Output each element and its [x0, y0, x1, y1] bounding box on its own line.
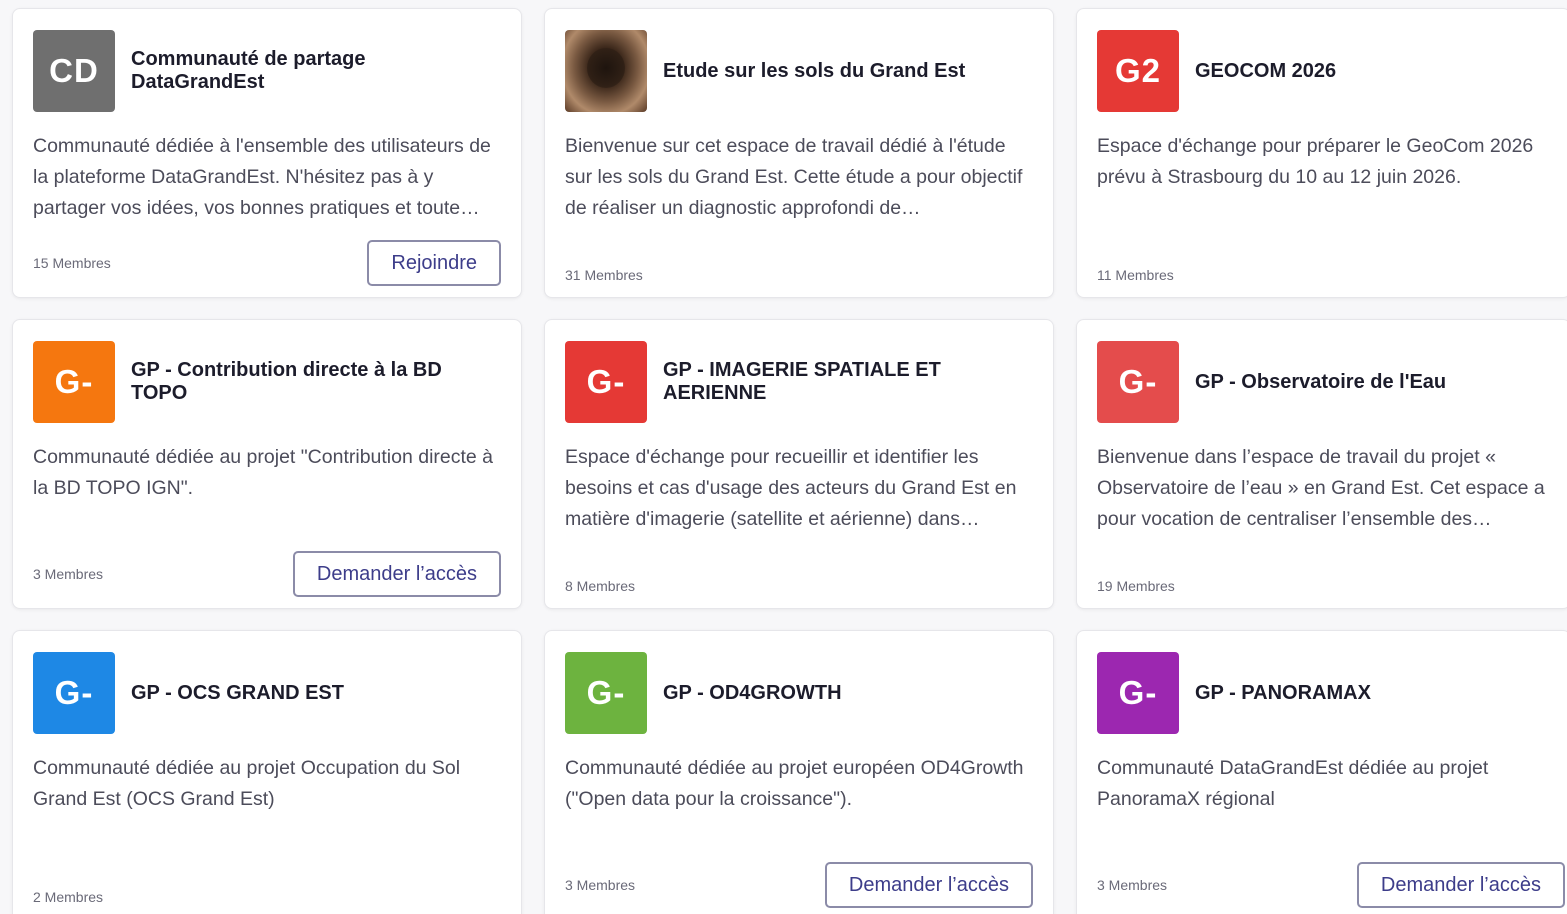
soil-in-hands-image [565, 30, 647, 112]
community-title[interactable]: GEOCOM 2026 [1195, 60, 1336, 83]
request-access-button[interactable]: Demander l’accès [1356, 862, 1565, 908]
community-card[interactable]: G- GP - OCS GRAND EST Communauté dédiée … [12, 630, 522, 914]
community-description: Communauté dédiée au projet "Contributio… [33, 446, 494, 499]
members-count: 31 Membres [565, 267, 643, 283]
community-title[interactable]: Etude sur les sols du Grand Est [663, 60, 965, 83]
community-avatar: G2 [1097, 30, 1179, 112]
members-count: 2 Membres [33, 889, 104, 905]
community-title[interactable]: GP - OCS GRAND EST [131, 682, 344, 705]
community-avatar: G- [33, 652, 115, 734]
community-description: Communauté dédiée à l'ensemble des utili… [33, 135, 491, 219]
request-access-button[interactable]: Demander l’accès [292, 551, 501, 597]
card-header: CD Communauté de partage DataGrandEst [33, 29, 501, 113]
community-card[interactable]: G- GP - OD4GROWTH Communauté dédiée au p… [544, 630, 1054, 914]
members-count: 15 Membres [33, 255, 111, 271]
community-avatar: G- [1097, 652, 1179, 734]
members-count: 3 Membres [1097, 877, 1168, 893]
community-card[interactable]: G2 GEOCOM 2026 Espace d'échange pour pré… [1076, 8, 1567, 298]
community-card[interactable]: G- GP - Contribution directe à la BD TOP… [12, 319, 522, 609]
members-count: 3 Membres [33, 566, 104, 582]
members-count: 11 Membres [1097, 267, 1174, 283]
card-header: G- GP - OD4GROWTH [565, 651, 1033, 735]
community-description: Bienvenue sur cet espace de travail dédi… [565, 135, 1023, 219]
community-card[interactable]: G- GP - Observatoire de l'Eau Bienvenue … [1076, 319, 1567, 609]
card-header: G- GP - IMAGERIE SPATIALE ET AERIENNE [565, 340, 1033, 424]
community-avatar: CD [33, 30, 115, 112]
community-avatar: G- [1097, 341, 1179, 423]
community-title[interactable]: GP - IMAGERIE SPATIALE ET AERIENNE [663, 359, 1033, 405]
card-header: G- GP - Contribution directe à la BD TOP… [33, 340, 501, 424]
community-card[interactable]: G- GP - PANORAMAX Communauté DataGrandEs… [1076, 630, 1567, 914]
community-avatar: G- [33, 341, 115, 423]
community-title[interactable]: GP - Observatoire de l'Eau [1195, 371, 1446, 394]
community-card[interactable]: CD Communauté de partage DataGrandEst Co… [12, 8, 522, 298]
card-header: G- GP - OCS GRAND EST [33, 651, 501, 735]
community-card[interactable]: Etude sur les sols du Grand Est Bienvenu… [544, 8, 1054, 298]
community-avatar: G- [565, 341, 647, 423]
community-description: Bienvenue dans l’espace de travail du pr… [1097, 446, 1545, 530]
members-count: 19 Membres [1097, 578, 1175, 594]
community-description: Communauté DataGrandEst dédiée au projet… [1097, 757, 1489, 810]
card-header: G2 GEOCOM 2026 [1097, 29, 1550, 113]
community-title[interactable]: GP - Contribution directe à la BD TOPO [131, 359, 501, 405]
request-access-button[interactable]: Demander l’accès [824, 862, 1033, 908]
community-card[interactable]: G- GP - IMAGERIE SPATIALE ET AERIENNE Es… [544, 319, 1054, 609]
community-description: Espace d'échange pour recueillir et iden… [565, 446, 1017, 530]
community-title[interactable]: GP - OD4GROWTH [663, 682, 842, 705]
community-avatar: G- [565, 652, 647, 734]
card-header: G- GP - PANORAMAX [1097, 651, 1550, 735]
community-grid: CD Communauté de partage DataGrandEst Co… [0, 0, 1567, 914]
card-header: Etude sur les sols du Grand Est [565, 29, 1033, 113]
community-description: Communauté dédiée au projet européen OD4… [565, 757, 1024, 810]
members-count: 3 Membres [565, 877, 636, 893]
join-button[interactable]: Rejoindre [367, 240, 501, 286]
community-description: Espace d'échange pour préparer le GeoCom… [1097, 135, 1534, 188]
members-count: 8 Membres [565, 578, 636, 594]
community-description: Communauté dédiée au projet Occupation d… [33, 757, 461, 810]
card-header: G- GP - Observatoire de l'Eau [1097, 340, 1550, 424]
community-title[interactable]: Communauté de partage DataGrandEst [131, 48, 501, 94]
community-title[interactable]: GP - PANORAMAX [1195, 682, 1371, 705]
